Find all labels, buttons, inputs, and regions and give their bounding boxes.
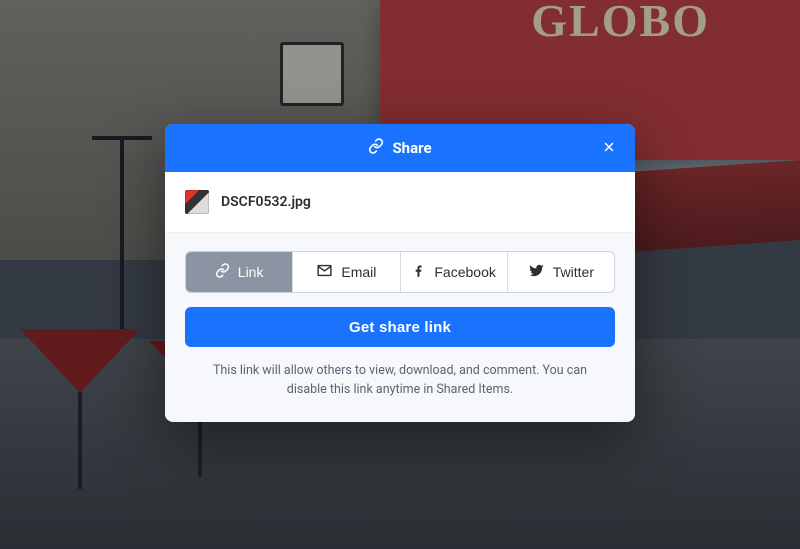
- get-share-link-button[interactable]: Get share link: [185, 307, 615, 347]
- link-icon: [215, 263, 230, 281]
- modal-title: Share: [392, 139, 431, 157]
- tab-label: Email: [341, 264, 376, 280]
- tab-label: Twitter: [553, 264, 594, 280]
- tab-link[interactable]: Link: [186, 252, 292, 292]
- close-icon: [602, 140, 616, 157]
- tab-email[interactable]: Email: [292, 252, 399, 292]
- twitter-icon: [528, 262, 545, 282]
- share-method-tabs: Link Email Facebook: [185, 251, 615, 293]
- tab-facebook[interactable]: Facebook: [400, 252, 507, 292]
- hint-text: This link will allow others to view, dow…: [197, 361, 603, 400]
- tab-twitter[interactable]: Twitter: [507, 252, 614, 292]
- file-name: DSCF0532.jpg: [221, 194, 311, 210]
- close-button[interactable]: [595, 134, 623, 162]
- file-row: DSCF0532.jpg: [165, 172, 635, 233]
- facebook-icon: [411, 263, 426, 281]
- tab-label: Facebook: [434, 264, 495, 280]
- email-icon: [316, 262, 333, 282]
- file-thumbnail: [185, 190, 209, 214]
- tab-label: Link: [238, 264, 264, 280]
- share-modal: Share DSCF0532.jpg Link: [165, 124, 635, 422]
- modal-header: Share: [165, 124, 635, 172]
- modal-body: Link Email Facebook: [165, 233, 635, 422]
- link-icon: [368, 138, 384, 158]
